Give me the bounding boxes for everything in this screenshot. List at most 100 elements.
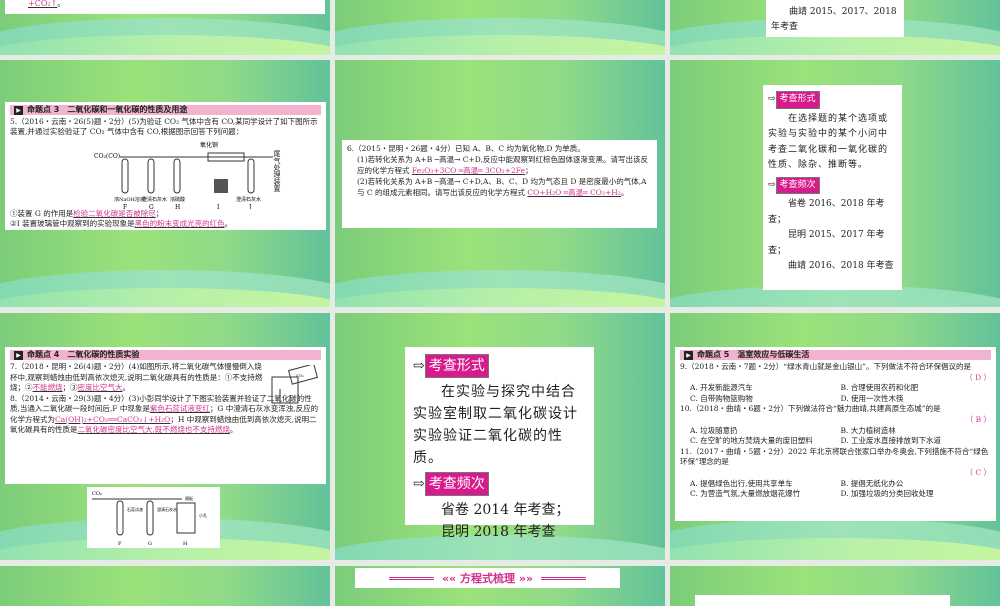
- answer-text: （ B ）: [965, 414, 991, 424]
- svg-text:浓NaOH溶液: 浓NaOH溶液: [114, 196, 145, 203]
- arrow-icon: ⇨: [413, 358, 425, 374]
- section-title-bar: «« 方程式梳理 »»: [355, 568, 620, 588]
- slide-thumbnail[interactable]: «« 方程式梳理 »»: [335, 566, 665, 606]
- frequency-line: 昆明 2018 年考查: [441, 524, 556, 540]
- question-card: ▶ 命题点 5 温室效应与低碳生活 9.（2018・云南・7题・2分）“绿水青山就…: [675, 347, 996, 521]
- frequency-line: 年考查: [771, 22, 799, 32]
- svg-text:石蕊试液: 石蕊试液: [127, 506, 143, 512]
- section-header: ▶ 命题点 4 二氧化碳的性质实验: [10, 350, 321, 360]
- option: A. 垃圾随意扔: [690, 425, 738, 435]
- section-title: «« 方程式梳理 »»: [441, 572, 534, 585]
- frequency-line: 省卷 2016、2018 年考查；: [768, 199, 885, 225]
- answer-text: （ D ）: [965, 372, 991, 382]
- option: C. 为营造气氛,大量燃放烟花爆竹: [690, 489, 801, 499]
- svg-text:澄清石灰水: 澄清石灰水: [142, 196, 167, 203]
- answer-text: 二氧化碳密度比空气大,既不燃烧也不支持燃烧: [77, 425, 230, 434]
- question-text: 9.（2018・云南・7题・2分）“绿水青山就是金山银山”。下列做法不符合环保倡…: [680, 362, 971, 371]
- option: B. 合理使用农药和化肥: [840, 383, 919, 393]
- question-text: 11.（2017・曲靖・5题・2分）2022 年北京将联合张家口举办冬奥会,下列…: [680, 446, 989, 467]
- slide-thumbnail[interactable]: [670, 566, 1000, 606]
- section-tag: 考查频次: [424, 472, 489, 496]
- question-text: 10.（2018・曲靖・6题・2分）下列做法符合“魅力曲靖,共建高原生态城”的是: [680, 404, 941, 414]
- question-card: ▶ 命题点 4 二氧化碳的性质实验 7.（2018・昆明・26(4)题・2分）(4…: [5, 347, 326, 484]
- slide-thumbnail[interactable]: 曲靖 2015、2017、2018 年考查: [670, 0, 1000, 55]
- svg-text:小孔: 小孔: [199, 512, 207, 518]
- answer-text: Fe₂O₃+3CO ═高温═ 3CO₂+2Fe: [411, 166, 525, 175]
- slide-content: [695, 595, 950, 606]
- slide-thumbnail[interactable]: ▶ 命题点 3 二氧化碳和一氧化碳的性质及用途 5.（2016・云南・26(5)题…: [0, 60, 330, 307]
- svg-text:澄清石灰水: 澄清石灰水: [157, 506, 177, 512]
- answer-text: 不能燃烧: [32, 383, 63, 392]
- arrow-icon: ⇨: [413, 476, 425, 492]
- beaker-diagram: CO₂: [271, 365, 318, 404]
- slide-thumbnail[interactable]: +CO₂↑。: [0, 0, 330, 55]
- question-card: ▶ 命题点 3 二氧化碳和一氧化碳的性质及用途 5.（2016・云南・26(5)题…: [5, 102, 326, 230]
- punct: 。: [57, 0, 66, 8]
- info-card: ⇨ 考查形式 在选择题的某个选项或实验与实验中的某个小问中考查二氧化碳和一氧化碳的…: [763, 85, 902, 290]
- slide-thumbnail[interactable]: ▶ 命题点 4 二氧化碳的性质实验 7.（2018・昆明・26(4)题・2分）(4…: [0, 313, 330, 560]
- section-header: ▶ 命题点 5 温室效应与低碳生活: [680, 350, 991, 360]
- answer-text: 检验二氧化碳是否被除尽: [73, 209, 156, 218]
- answer-text: Ca(OH)₂+CO₂══CaCO₃↓+H₂O: [55, 414, 171, 424]
- option: D. 工业废水直接排放到下水道: [840, 436, 942, 446]
- svg-text:浓硫酸: 浓硫酸: [170, 196, 185, 203]
- option: A. 开发新能源汽车: [690, 383, 753, 393]
- slide-thumbnail[interactable]: 6.（2015・昆明・26题・4分）已知 A、B、C 均为氧化物,D 为单质。 …: [335, 60, 665, 307]
- frequency-line: 曲靖 2016、2018 年考查: [788, 261, 894, 271]
- frequency-line: 省卷 2014 年考查；: [441, 502, 570, 518]
- svg-text:CO₂: CO₂: [92, 491, 102, 497]
- slide-content: +CO₂↑。: [5, 0, 325, 14]
- answer-text: 紫色石蕊试液变红: [149, 404, 210, 413]
- svg-text:F: F: [118, 541, 122, 547]
- option: B. 提倡无纸化办公: [840, 478, 904, 488]
- question-text: 6.（2015・昆明・26题・4分）已知 A、B、C 均为氧化物,D 为单质。: [347, 144, 585, 153]
- svg-text:CO₂: CO₂: [296, 373, 304, 378]
- option: D. 使用一次性木筷: [840, 393, 904, 403]
- frequency-line: 曲靖 2015、2017、2018: [789, 7, 897, 17]
- answer-text: （ C ）: [965, 467, 991, 477]
- svg-text:H: H: [175, 204, 180, 209]
- section-tag: 考查形式: [424, 354, 489, 378]
- header-text: 命题点 3 二氧化碳和一氧化碳的性质及用途: [27, 105, 188, 114]
- answer-text: 密度比空气大: [77, 383, 123, 392]
- play-icon: ▶: [14, 105, 23, 115]
- apparatus-diagram: CO₂ 石蕊试液 澄清石灰水 隔板 小孔 F G H: [87, 487, 220, 548]
- body-text: 在选择题的某个选项或实验与实验中的某个小问中考查二氧化碳和一氧化碳的性质、除杂、…: [768, 113, 889, 171]
- option: B. 大力植树造林: [840, 425, 896, 435]
- svg-text:H: H: [183, 541, 188, 547]
- svg-text:澄清石灰水: 澄清石灰水: [236, 196, 261, 203]
- arrow-icon: ⇨: [768, 94, 776, 104]
- svg-text:J: J: [248, 204, 252, 209]
- question-card: 6.（2015・昆明・26题・4分）已知 A、B、C 均为氧化物,D 为单质。 …: [342, 140, 657, 228]
- svg-text:G: G: [148, 541, 152, 547]
- question-text: 5.（2016・云南・26(5)题・2分）(5)为验证 CO₂ 气体中含有 CO…: [10, 117, 318, 136]
- slide-thumbnail[interactable]: ⇨ 考查形式 在选择题的某个选项或实验与实验中的某个小问中考查二氧化碳和一氧化碳的…: [670, 60, 1000, 307]
- answer-text: CO+H₂O ═高温═ CO₂+H₂: [527, 188, 621, 197]
- tail-gas-label: 尾气处理装置: [273, 150, 281, 192]
- header-text: 命题点 5 温室效应与低碳生活: [697, 350, 810, 359]
- arrow-icon: ⇨: [768, 179, 776, 190]
- option: C. 在空旷的地方焚烧大量的废旧塑料: [690, 436, 813, 446]
- section-header: ▶ 命题点 3 二氧化碳和一氧化碳的性质及用途: [10, 105, 321, 115]
- option: C. 自带购物篮购物: [690, 393, 753, 403]
- slide-thumbnail[interactable]: [335, 0, 665, 55]
- section-tag: 考查频次: [775, 176, 820, 194]
- svg-text:隔板: 隔板: [185, 495, 193, 501]
- answer-text: +CO₂↑: [28, 0, 58, 8]
- slide-content: 曲靖 2015、2017、2018 年考查: [766, 0, 904, 37]
- option: A. 提倡绿色出行,使用共享单车: [690, 478, 793, 488]
- play-icon: ▶: [14, 350, 23, 360]
- svg-text:氧化铜: 氧化铜: [200, 141, 218, 149]
- slide-thumbnail[interactable]: [0, 566, 330, 606]
- answer-line: ①装置 G 的作用是检验二氧化碳是否被除尽；: [10, 209, 164, 218]
- header-text: 命题点 4 二氧化碳的性质实验: [27, 350, 140, 359]
- slide-thumbnail[interactable]: ▶ 命题点 5 温室效应与低碳生活 9.（2018・云南・7题・2分）“绿水青山就…: [670, 313, 1000, 560]
- option: D. 加强垃圾的分类回收处理: [840, 489, 934, 499]
- svg-text:CO₂(CO): CO₂(CO): [94, 153, 120, 160]
- frequency-line: 昆明 2015、2017 年考查；: [768, 230, 885, 256]
- play-icon: ▶: [684, 350, 693, 360]
- slide-thumbnail[interactable]: ⇨ 考查形式 在实验与探究中结合实验室制取二氧化碳设计实验验证二氧化碳的性质。 ⇨…: [335, 313, 665, 560]
- answer-line: ②I 装置玻璃管中观察到的实验现象是黑色的粉末变成光亮的红色。: [10, 219, 233, 228]
- section-tag: 考查形式: [775, 91, 820, 109]
- answer-text: 黑色的粉末变成光亮的红色: [134, 219, 225, 228]
